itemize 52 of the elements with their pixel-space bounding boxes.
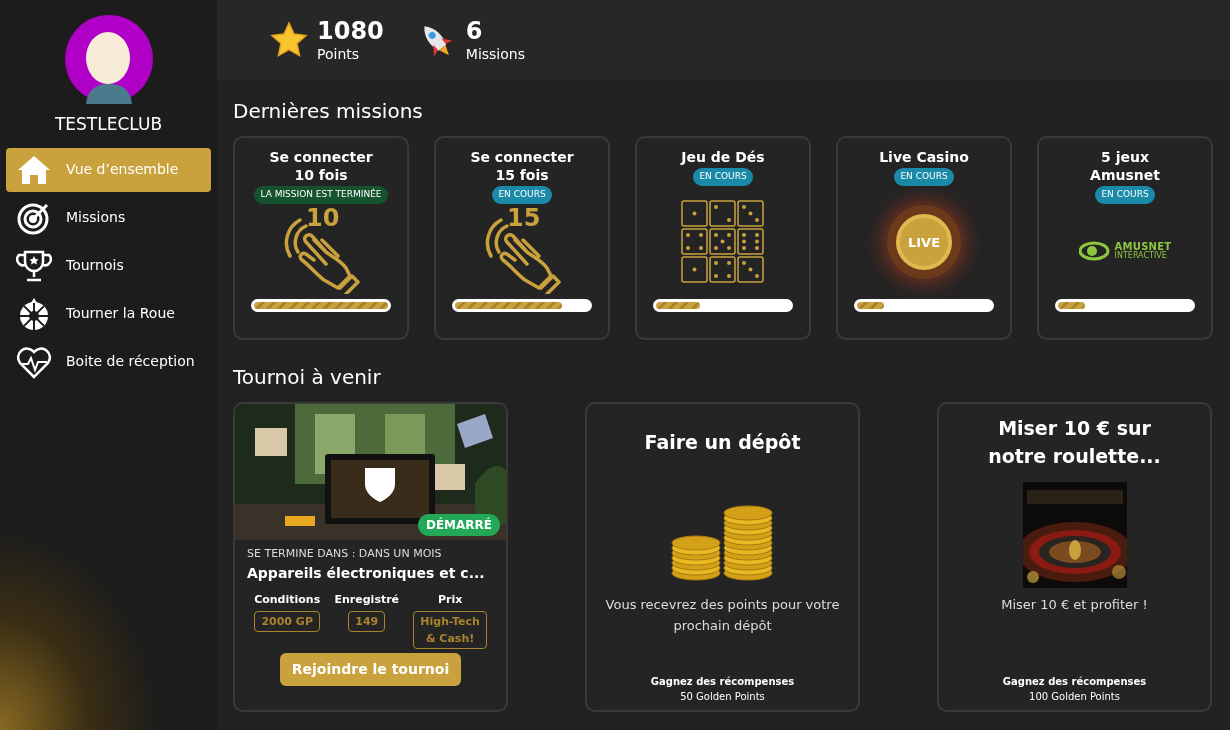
offer-card[interactable]: Miser 10 € sur notre roulette... Miser 10 € et profiter ! Gagnez des récompenses 100 Golden Points: [937, 402, 1212, 712]
offer-title: Faire un dépôt: [644, 430, 801, 455]
tournament-name: Appareils électroniques et c...: [247, 563, 485, 583]
detail-label: Enregistré: [334, 591, 400, 608]
detail-value: High-Tech & Cash!: [413, 611, 487, 649]
stat-value: 1080: [317, 16, 384, 47]
stat-label: Points: [317, 46, 361, 64]
detail-value: 149: [348, 611, 386, 632]
mission-card[interactable]: Live Casino EN COURS LIVE: [836, 136, 1012, 340]
offer-card[interactable]: Faire un dépôt Vous recevrez des points pour votre prochain dépôt Gagnez des récompenses 50 Golden Points: [585, 402, 860, 712]
offer-title: Miser 10 € sur notre roulette...: [988, 416, 1161, 469]
mission-card[interactable]: Se connecter 15 fois EN COURS 15: [434, 136, 610, 340]
section-title: Tournoi à venir: [233, 364, 382, 391]
section-title: Dernières missions: [233, 98, 424, 125]
mission-title: Jeu de Dés: [681, 148, 765, 166]
logo-text: AMUSNET: [1114, 242, 1172, 253]
reward-label: Gagnez des récompenses: [1002, 675, 1147, 689]
mission-card[interactable]: 5 jeux Amusnet EN COURS AMUSNET INTERACTIVE: [1037, 136, 1213, 340]
mission-title: Live Casino: [879, 148, 969, 166]
status-badge: DÉMARRÉ: [417, 514, 500, 536]
status-badge: LA MISSION EST TERMINÉE: [254, 186, 388, 204]
nav-item[interactable]: Missions: [6, 195, 211, 240]
reward-label: Gagnez des récompenses: [650, 675, 795, 689]
end-time: SE TERMINE DANS : DANS UN MOIS: [247, 546, 443, 562]
nav-item[interactable]: Tournois: [6, 243, 211, 288]
live-label: LIVE: [907, 233, 941, 252]
mission-title: Se connecter 15 fois: [470, 148, 574, 184]
reward-value: 100 Golden Points: [1029, 690, 1120, 704]
detail-label: Prix: [437, 591, 463, 608]
offer-text: Vous recevrez des points pour votre prochain dépôt: [604, 596, 841, 635]
username: TESTLECLUB: [54, 113, 163, 136]
status-badge: EN COURS: [693, 168, 753, 186]
status-badge: EN COURS: [1095, 186, 1155, 204]
stat-value: 6: [465, 16, 484, 47]
eye-logo-icon: [1078, 241, 1111, 262]
reward-value: 50 Golden Points: [680, 690, 765, 704]
count-label: 10: [306, 206, 340, 231]
detail-label: Conditions: [254, 591, 321, 608]
status-badge: EN COURS: [492, 186, 552, 204]
nav-item[interactable]: Tourner la Roue: [6, 291, 211, 336]
offer-text: Miser 10 € et profiter !: [1001, 596, 1148, 614]
dice-icon: [681, 200, 765, 285]
nav-item[interactable]: Boite de réception: [6, 339, 211, 384]
status-badge: EN COURS: [894, 168, 954, 186]
mission-title: Se connecter 10 fois: [269, 148, 373, 184]
mission-card[interactable]: Jeu de Dés EN COURS: [635, 136, 811, 340]
stat-label: Missions: [465, 46, 525, 64]
detail-value: 2000 GP: [254, 611, 320, 632]
mission-title: 5 jeux Amusnet: [1090, 148, 1160, 184]
mission-card[interactable]: Se connecter 10 fois LA MISSION EST TERMINÉE 10: [233, 136, 409, 340]
logo-subtext: INTERACTIVE: [1114, 252, 1167, 261]
count-label: 15: [507, 206, 541, 231]
